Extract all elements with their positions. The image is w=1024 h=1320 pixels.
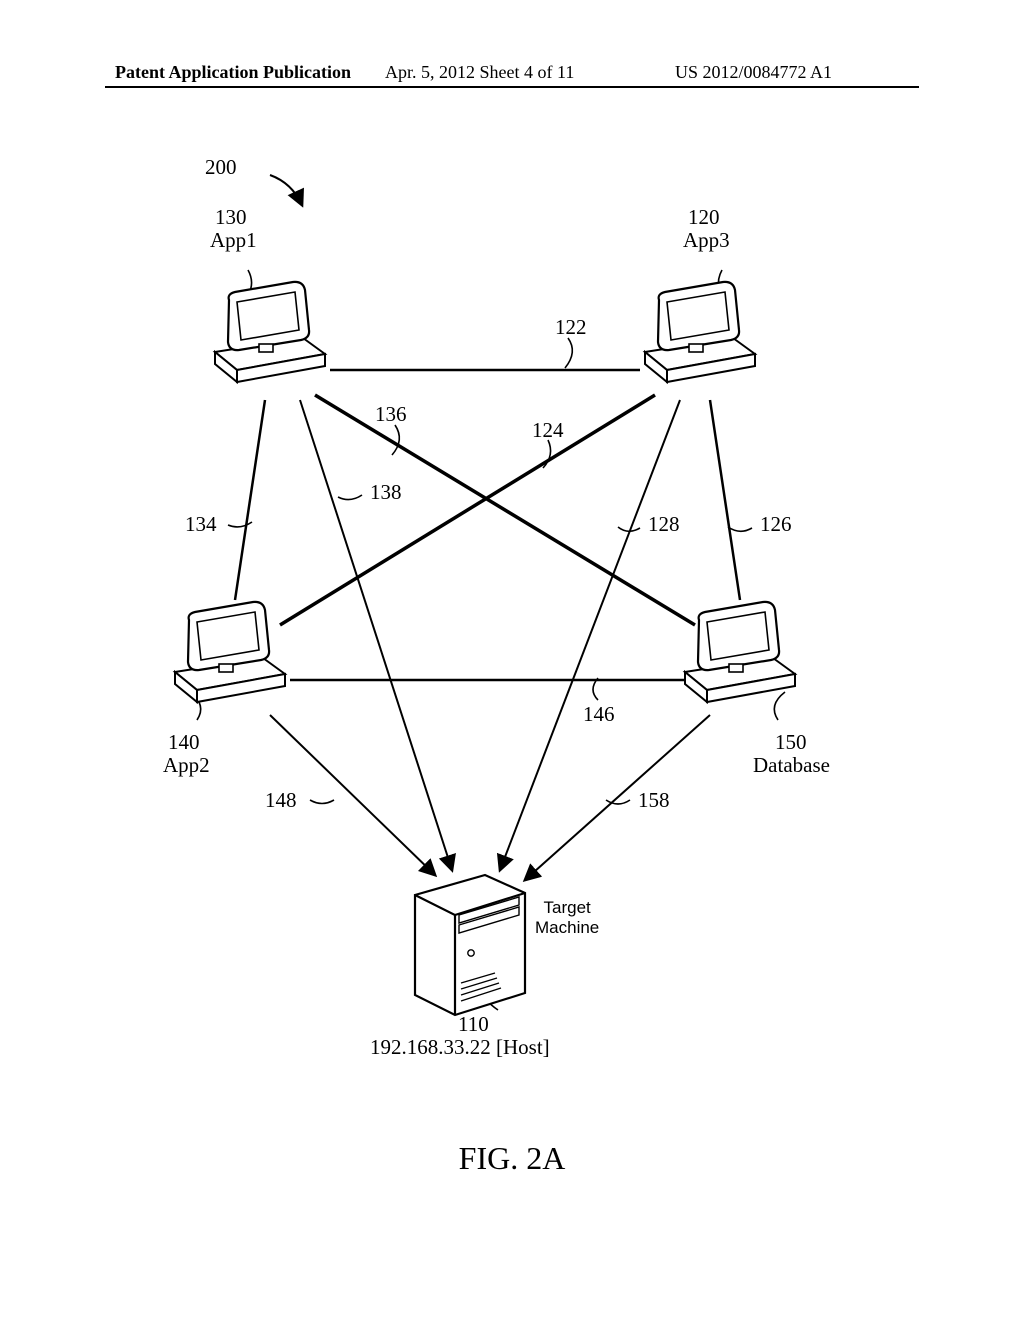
ref-134: 134 <box>185 512 217 536</box>
page: Patent Application Publication Apr. 5, 2… <box>0 0 1024 1320</box>
edge-134 <box>235 400 265 600</box>
workstation-icon <box>175 602 285 702</box>
ref-136: 136 <box>375 402 407 426</box>
lead-150 <box>774 692 785 720</box>
lead-134 <box>228 522 252 527</box>
lead-128 <box>618 527 640 531</box>
diagram-svg <box>0 0 1024 1320</box>
ref-148: 148 <box>265 788 297 812</box>
label-target-machine: Target Machine <box>535 898 599 937</box>
lead-148 <box>310 800 334 804</box>
workstation-icon <box>645 282 755 382</box>
workstation-icon <box>685 602 795 702</box>
edge-138 <box>300 400 452 870</box>
figure-caption: FIG. 2A <box>0 1140 1024 1177</box>
lead-136 <box>392 425 399 455</box>
ref-110: 110 <box>458 1012 489 1036</box>
ref-120: 120 <box>688 205 720 229</box>
label-app2: App2 <box>163 753 210 777</box>
workstation-icon <box>215 282 325 382</box>
label-app1: App1 <box>210 228 257 252</box>
label-database: Database <box>753 753 830 777</box>
lead-138 <box>338 495 362 500</box>
ref-126: 126 <box>760 512 792 536</box>
ref-140: 140 <box>168 730 200 754</box>
system-pointer-arrow <box>270 175 302 205</box>
ref-200: 200 <box>205 155 237 179</box>
ref-146: 146 <box>583 702 615 726</box>
edge-126 <box>710 400 740 600</box>
ref-128: 128 <box>648 512 680 536</box>
lead-126 <box>728 527 752 531</box>
lead-146 <box>593 678 598 700</box>
edge-158 <box>525 715 710 880</box>
lead-122 <box>565 338 572 368</box>
server-icon <box>415 875 525 1015</box>
ref-130: 130 <box>215 205 247 229</box>
label-app3: App3 <box>683 228 730 252</box>
label-target-host: 192.168.33.22 [Host] <box>370 1035 550 1059</box>
ref-158: 158 <box>638 788 670 812</box>
ref-122: 122 <box>555 315 587 339</box>
ref-150: 150 <box>775 730 807 754</box>
ref-124: 124 <box>532 418 564 442</box>
ref-138: 138 <box>370 480 402 504</box>
